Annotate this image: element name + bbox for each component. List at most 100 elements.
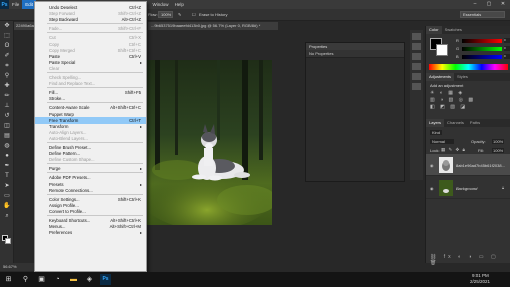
layers-footer-icons[interactable]: ⛓ fx ◐ ◑ ▭ ▢ 🗑︎ bbox=[430, 254, 510, 266]
menu-window[interactable]: Window bbox=[150, 0, 172, 9]
document-tab-active[interactable]: ...9b6537519baaeefd413b0.jpg @ 56.7% (La… bbox=[148, 22, 278, 30]
canvas-image[interactable] bbox=[147, 60, 272, 225]
submenu-arrow-icon: ▸ bbox=[139, 230, 142, 236]
tab-swatches[interactable]: Swatches bbox=[442, 26, 465, 34]
red-slider-label: R bbox=[456, 38, 459, 43]
lock-label: Lock: bbox=[430, 148, 440, 153]
tab-channels[interactable]: Channels bbox=[444, 119, 467, 127]
blue-value[interactable]: 0 bbox=[504, 54, 510, 59]
maximize-button[interactable]: ▢ bbox=[482, 0, 496, 9]
crop-tool-icon[interactable]: ⌗ bbox=[2, 62, 12, 71]
store-icon[interactable]: ◈ bbox=[84, 274, 95, 285]
blur-tool-icon[interactable]: ◍ bbox=[2, 142, 12, 151]
flow-input[interactable]: 100% bbox=[158, 11, 173, 18]
brush-tool-icon[interactable]: ✏ bbox=[2, 92, 12, 101]
airbrush-icon[interactable]: ✎ bbox=[178, 12, 181, 17]
type-tool-icon[interactable]: T bbox=[2, 172, 12, 181]
info-icon[interactable] bbox=[412, 53, 421, 60]
paragraph-icon[interactable] bbox=[412, 73, 421, 80]
file-explorer-icon[interactable]: ▬ bbox=[68, 274, 79, 285]
eyedropper-tool-icon[interactable]: ⚲ bbox=[2, 72, 12, 81]
adjustment-icons-row-2[interactable]: ▥ ◑ ▧ ◎ ▩ bbox=[430, 97, 475, 103]
edit-menu-dropdown: Undo Deselect Ctrl+Z Step Forward Shift+Ctr… bbox=[34, 1, 147, 272]
red-value[interactable]: 0 bbox=[504, 38, 510, 43]
color-spectrum-ramp[interactable] bbox=[429, 64, 508, 70]
eye-icon[interactable]: ◉ bbox=[430, 163, 434, 168]
tab-adjustments[interactable]: Adjustments bbox=[426, 73, 455, 81]
menu-item-find-and-replace-text[interactable]: Find and Replace Text... bbox=[35, 80, 146, 87]
green-value[interactable]: 0 bbox=[504, 46, 510, 51]
menu-item-clear[interactable]: Clear bbox=[35, 65, 146, 72]
erase-to-history-checkbox[interactable]: ☐ bbox=[192, 12, 196, 17]
eye-icon[interactable]: ◉ bbox=[430, 186, 434, 191]
gradient-tool-icon[interactable]: ▤ bbox=[2, 132, 12, 141]
menu-item-stroke[interactable]: Stroke... bbox=[35, 95, 146, 102]
photoshop-logo-icon: Ps bbox=[0, 0, 9, 9]
menu-file[interactable]: File bbox=[9, 0, 22, 9]
menu-item-label: Convert to Profile... bbox=[49, 208, 86, 214]
background-color-swatch[interactable] bbox=[5, 238, 11, 244]
actions-icon[interactable] bbox=[412, 43, 421, 50]
pen-tool-icon[interactable]: ✒ bbox=[2, 162, 12, 171]
workspace-select[interactable]: Essentials bbox=[460, 11, 505, 18]
photoshop-taskbar-icon[interactable]: Ps bbox=[100, 274, 111, 285]
adjustments-panel-tabs: Adjustments Styles bbox=[426, 73, 510, 81]
dodge-tool-icon[interactable]: ● bbox=[2, 152, 12, 161]
quick-select-tool-icon[interactable]: ✐ bbox=[2, 52, 12, 61]
history-icon[interactable] bbox=[412, 33, 421, 40]
windows-start-icon[interactable]: ⊞ bbox=[3, 274, 14, 285]
clone-stamp-tool-icon[interactable]: ⊥ bbox=[2, 102, 12, 111]
menu-item-auto-blend-layers[interactable]: Auto-Blend Layers... bbox=[35, 135, 146, 142]
task-view-icon[interactable]: ▣ bbox=[36, 274, 47, 285]
layer-row-selected[interactable]: ◉ 8ab1e96ad7b45b61f2038... bbox=[426, 154, 510, 176]
zoom-level[interactable]: 56.67% bbox=[3, 263, 17, 271]
tab-color[interactable]: Color bbox=[426, 26, 442, 34]
tab-paths[interactable]: Paths bbox=[467, 119, 483, 127]
marquee-tool-icon[interactable]: ⬚ bbox=[2, 32, 12, 41]
opacity-input[interactable]: 100% bbox=[492, 139, 505, 144]
minimize-button[interactable]: – bbox=[468, 0, 482, 9]
menu-item-fade[interactable]: Fade... Shift+Ctrl+F bbox=[35, 25, 146, 32]
layers-panel-tabs: Layers Channels Paths bbox=[426, 119, 510, 127]
menu-item-define-custom-shape[interactable]: Define Custom Shape... bbox=[35, 156, 146, 163]
close-button[interactable]: ✕ bbox=[496, 0, 510, 9]
edge-icon[interactable]: ◔ bbox=[52, 274, 63, 285]
menu-item-step-backward[interactable]: Step Backward Alt+Ctrl+Z bbox=[35, 16, 146, 23]
menu-item-convert-to-profile[interactable]: Convert to Profile... bbox=[35, 208, 146, 215]
healing-brush-tool-icon[interactable]: ✚ bbox=[2, 82, 12, 91]
tab-styles[interactable]: Styles bbox=[454, 73, 471, 81]
menu-item-preferences[interactable]: Preferences ▸ bbox=[35, 229, 146, 236]
menu-item-purge[interactable]: Purge ▸ bbox=[35, 165, 146, 172]
zoom-tool-icon[interactable]: ⌕ bbox=[2, 212, 12, 221]
color-background-swatch[interactable] bbox=[436, 44, 448, 56]
eraser-tool-icon[interactable]: ◫ bbox=[2, 122, 12, 131]
green-slider[interactable] bbox=[462, 47, 502, 51]
blue-slider[interactable] bbox=[462, 55, 502, 59]
history-brush-tool-icon[interactable]: ↺ bbox=[2, 112, 12, 121]
layer-row-background[interactable]: ◉ Background 🔒︎ bbox=[426, 177, 510, 199]
character-icon[interactable] bbox=[412, 63, 421, 70]
brush-panel-icon[interactable] bbox=[412, 83, 421, 90]
lock-icons[interactable]: ▦ ✎ ✥ 🔒︎ bbox=[441, 147, 466, 153]
blend-mode-select[interactable]: Normal bbox=[430, 139, 454, 144]
menu-item-remote-connections[interactable]: Remote Connections... bbox=[35, 187, 146, 194]
window-controls: – ▢ ✕ bbox=[468, 0, 510, 9]
layer-name[interactable]: Background bbox=[456, 186, 477, 191]
shape-tool-icon[interactable]: ▭ bbox=[2, 192, 12, 201]
properties-title[interactable]: Properties bbox=[306, 43, 404, 50]
layer-name[interactable]: 8ab1e96ad7b45b61f2038... bbox=[456, 163, 505, 168]
tab-layers[interactable]: Layers bbox=[426, 119, 445, 127]
fill-input[interactable]: 100% bbox=[492, 148, 505, 153]
menu-separator bbox=[47, 215, 143, 216]
menu-item-label: Remote Connections... bbox=[49, 187, 93, 193]
lasso-tool-icon[interactable]: ʘ bbox=[2, 42, 12, 51]
menu-help[interactable]: Help bbox=[172, 0, 187, 9]
adjustment-icons-row-3[interactable]: ◧ ◩ ▨ ◪ bbox=[430, 104, 467, 110]
search-icon[interactable]: ⚲ bbox=[20, 274, 31, 285]
hand-tool-icon[interactable]: ✋ bbox=[2, 202, 12, 211]
red-slider[interactable] bbox=[462, 39, 502, 43]
move-tool-icon[interactable]: ✥ bbox=[2, 22, 12, 31]
adjustment-icons-row-1[interactable]: ☀ ◐ ▦ ◈ bbox=[430, 90, 464, 96]
path-select-tool-icon[interactable]: ➤ bbox=[2, 182, 12, 191]
layer-filter-kind[interactable]: Kind bbox=[430, 130, 443, 135]
